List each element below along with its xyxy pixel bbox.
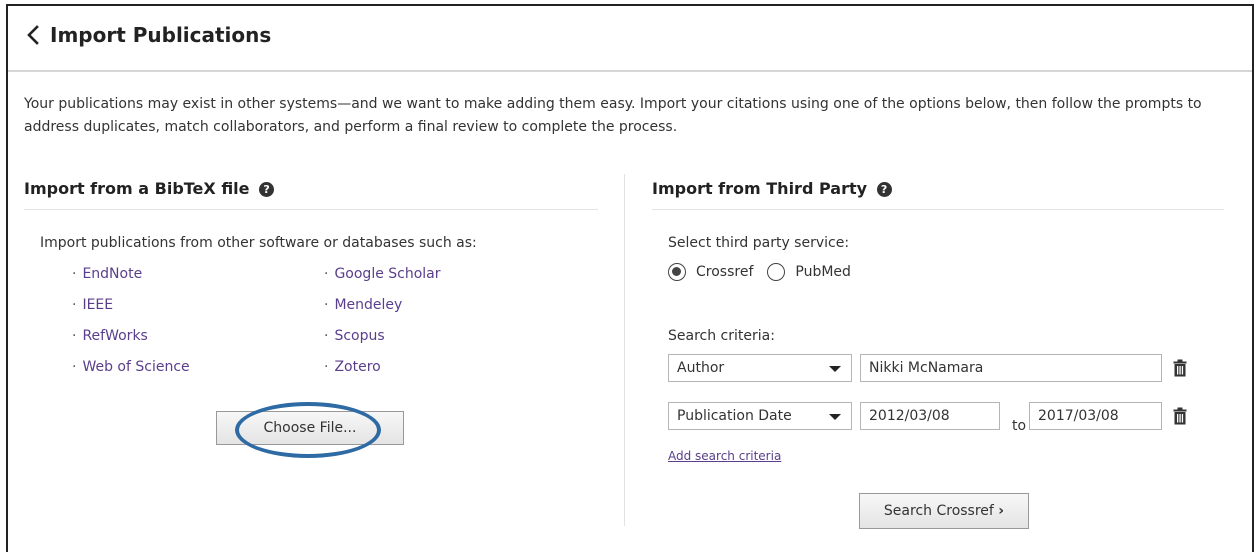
bullet: · (72, 266, 77, 282)
source-link-zotero[interactable]: · Zotero (324, 352, 441, 383)
bibtex-description: Import publications from other software … (40, 235, 477, 251)
third-party-title-text: Import from Third Party (652, 179, 868, 198)
column-divider (624, 174, 625, 526)
question-circle-icon[interactable]: ? (259, 182, 275, 197)
source-list-right: · Google Scholar · Mendeley · Scopus · Zoter… (324, 259, 441, 383)
source-label: Google Scholar (334, 266, 441, 282)
bullet: · (72, 328, 77, 344)
choose-file-button[interactable]: Choose File... (216, 411, 404, 445)
page-title: Import Publications (50, 23, 272, 47)
bullet: · (324, 266, 329, 282)
source-link-ieee[interactable]: · IEEE (72, 290, 190, 321)
bullet: · (324, 359, 329, 375)
search-crossref-button[interactable]: Search Crossref › (859, 493, 1029, 529)
radio-pubmed-label: PubMed (795, 264, 851, 280)
source-label: RefWorks (82, 328, 148, 344)
source-link-scopus[interactable]: · Scopus (324, 321, 441, 352)
intro-text: Your publications may exist in other sys… (24, 96, 1202, 135)
criteria-field-select-date[interactable]: Publication Date (668, 402, 852, 430)
criteria-field-value: Author (677, 360, 725, 376)
bullet: · (72, 359, 77, 375)
page-header: Import Publications (8, 6, 1252, 72)
bullet: · (324, 297, 329, 313)
search-button-label: Search Crossref (883, 503, 994, 519)
service-radio-group: Crossref PubMed (668, 263, 865, 281)
radio-pubmed[interactable] (767, 263, 786, 281)
radio-crossref[interactable] (668, 263, 686, 281)
criteria-field-select[interactable]: Author (668, 354, 852, 382)
source-label: Mendeley (334, 297, 403, 313)
question-circle-icon[interactable]: ? (876, 182, 892, 197)
add-search-criteria-link[interactable]: Add search criteria (668, 449, 781, 463)
date-to-input[interactable] (1029, 402, 1162, 430)
criteria-field-value: Publication Date (677, 408, 792, 424)
caret-down-icon (829, 366, 841, 372)
third-party-section-title: Import from Third Party ? (652, 179, 892, 198)
chevron-right-icon: › (998, 503, 1005, 519)
import-publications-panel: Import Publications Your publications ma… (6, 4, 1254, 552)
source-list-left: · EndNote · IEEE · RefWorks · Web of Science (72, 259, 190, 383)
source-label: Web of Science (82, 359, 190, 375)
source-link-refworks[interactable]: · RefWorks (72, 321, 190, 352)
date-range-to-label: to (1012, 418, 1027, 434)
criteria-label: Search criteria: (668, 328, 775, 344)
author-input[interactable] (860, 354, 1162, 382)
trash-icon[interactable] (1173, 407, 1187, 425)
bullet: · (324, 328, 329, 344)
bullet: · (72, 297, 77, 313)
chevron-left-icon[interactable] (24, 24, 44, 46)
source-link-web-of-science[interactable]: · Web of Science (72, 352, 190, 383)
source-label: Scopus (334, 328, 385, 344)
caret-down-icon (829, 414, 841, 420)
service-label: Select third party service: (668, 235, 850, 251)
bibtex-section-title: Import from a BibTeX file ? (24, 179, 275, 198)
source-link-mendeley[interactable]: · Mendeley (324, 290, 441, 321)
date-from-input[interactable] (860, 402, 1000, 430)
source-label: IEEE (82, 297, 114, 313)
section-divider (24, 209, 598, 210)
source-label: EndNote (82, 266, 143, 282)
section-divider (652, 209, 1224, 210)
source-label: Zotero (334, 359, 381, 375)
radio-crossref-label: Crossref (696, 264, 754, 280)
bibtex-title-text: Import from a BibTeX file (24, 179, 250, 198)
source-link-endnote[interactable]: · EndNote (72, 259, 190, 290)
source-link-google-scholar[interactable]: · Google Scholar (324, 259, 441, 290)
trash-icon[interactable] (1173, 359, 1187, 377)
